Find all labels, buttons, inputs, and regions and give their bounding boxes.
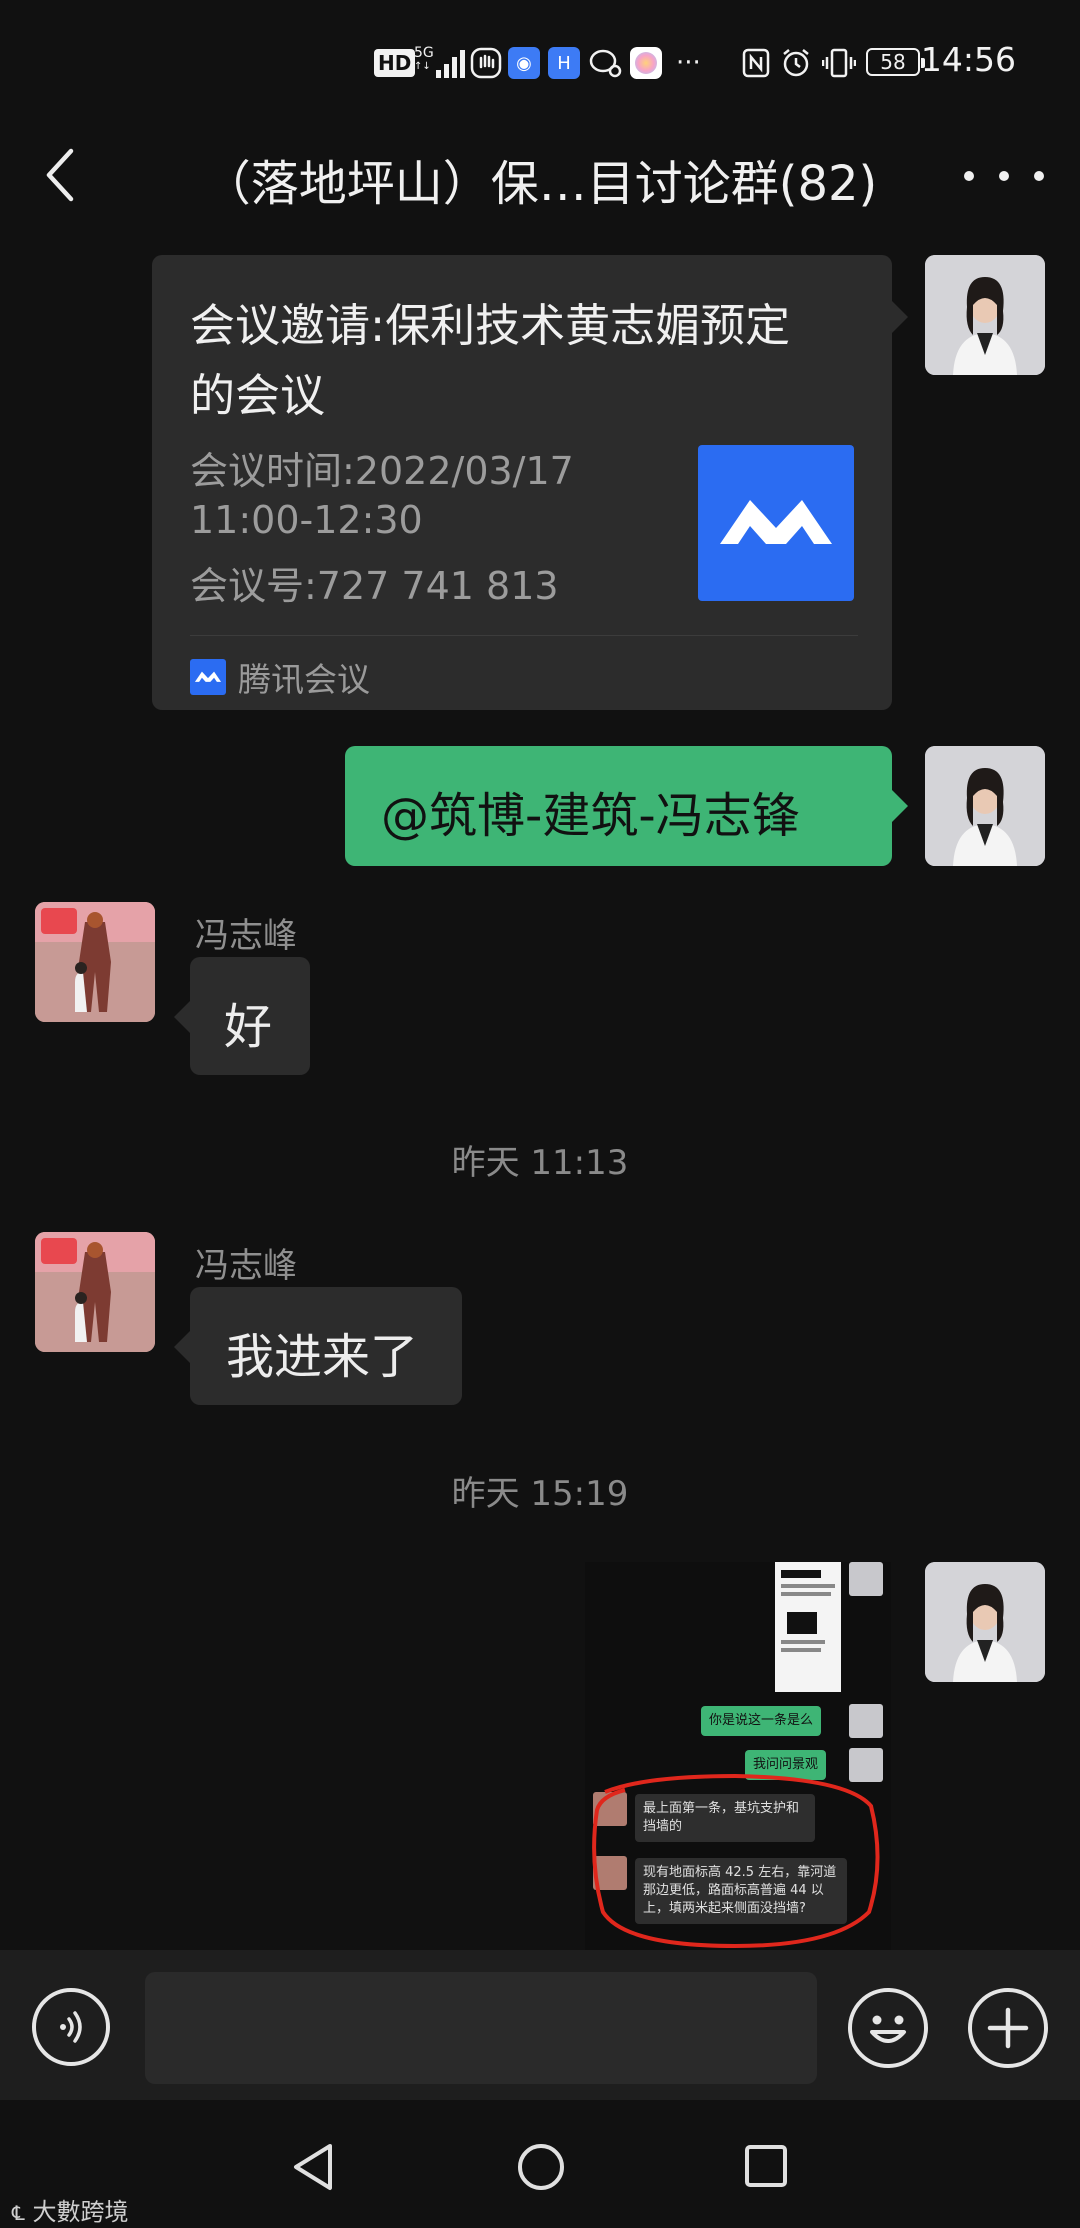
meeting-time-line2: 11:00-12:30: [190, 498, 423, 542]
plus-icon[interactable]: [968, 1988, 1048, 2068]
meeting-id: 会议号:727 741 813: [190, 564, 559, 608]
outgoing-message-bubble[interactable]: @筑博-建筑-冯志锋: [345, 746, 908, 866]
more-dots-icon: ···: [676, 48, 701, 78]
bulb-icon: ◉: [508, 46, 540, 80]
chat-header: （落地坪山）保…目讨论群(82): [0, 120, 1080, 230]
meeting-source-label: 腾讯会议: [238, 660, 370, 699]
battery-icon: 58: [866, 48, 925, 76]
nav-home-icon[interactable]: [516, 2142, 566, 2196]
status-clock: 14:56: [920, 40, 1016, 79]
meeting-title: 会议邀请:保利技术黄志媚预定的会议: [190, 299, 791, 422]
signal-icon: [436, 46, 468, 80]
image-message[interactable]: 你是说这一条是么 我问问景观 最上面第一条，基坑支护和挡墙的 现有地面标高 42…: [585, 1562, 891, 1950]
sender-name: 冯志峰: [195, 1246, 297, 1286]
nfc-icon: [742, 46, 770, 80]
nav-back-icon[interactable]: [290, 2142, 336, 2196]
avatar[interactable]: [925, 1562, 1045, 1682]
photos-icon: [630, 46, 662, 80]
system-nav-bar: ℄ 大數跨境: [0, 2100, 1080, 2228]
input-bar: [0, 1950, 1080, 2100]
more-dots-icon[interactable]: [964, 154, 1044, 198]
meeting-source: 腾讯会议: [190, 653, 370, 701]
message-text: 我进来了: [226, 1329, 419, 1385]
card-divider: [190, 635, 858, 636]
message-text: 好: [224, 999, 273, 1055]
avatar[interactable]: [925, 255, 1045, 375]
avatar[interactable]: [35, 902, 155, 1022]
nav-recents-icon[interactable]: [744, 2144, 788, 2192]
watermark-logo-icon: ℄: [12, 2201, 25, 2225]
tencent-meeting-mini-icon: [190, 659, 226, 695]
incoming-message-bubble[interactable]: 我进来了: [174, 1287, 462, 1405]
tencent-meeting-logo-icon: [698, 445, 854, 601]
back-arrow-icon[interactable]: [30, 142, 90, 208]
hand-icon: [470, 46, 502, 80]
meeting-time-line1: 会议时间:2022/03/17: [190, 449, 574, 493]
sender-name: 冯志峰: [195, 916, 297, 956]
emoji-icon[interactable]: [848, 1988, 928, 2068]
network-label: 5G ↑↓: [414, 45, 434, 72]
red-annotation-circle: [592, 1773, 880, 1949]
alarm-icon: [780, 46, 812, 80]
time-separator: 昨天 11:13: [451, 1143, 629, 1183]
app-icon: H: [548, 46, 580, 80]
meeting-invite-card[interactable]: 会议邀请:保利技术黄志媚预定的会议 会议时间:2022/03/17 11:00-…: [152, 255, 908, 710]
chat-title: （落地坪山）保…目讨论群(82): [202, 156, 878, 212]
chat-icon: [588, 46, 622, 80]
vibrate-icon: [822, 46, 856, 80]
avatar[interactable]: [35, 1232, 155, 1352]
message-text: @筑博-建筑-冯志锋: [381, 788, 800, 844]
incoming-message-bubble[interactable]: 好: [174, 957, 310, 1075]
watermark: ℄ 大數跨境: [12, 2198, 129, 2226]
avatar[interactable]: [925, 746, 1045, 866]
message-input[interactable]: [145, 1972, 817, 2084]
status-bar: HD 5G ↑↓ ◉ H ··· 58 14:56: [0, 0, 1080, 120]
time-separator: 昨天 15:19: [451, 1474, 629, 1514]
voice-icon[interactable]: [32, 1988, 110, 2066]
hd-badge-icon: HD: [374, 46, 416, 80]
